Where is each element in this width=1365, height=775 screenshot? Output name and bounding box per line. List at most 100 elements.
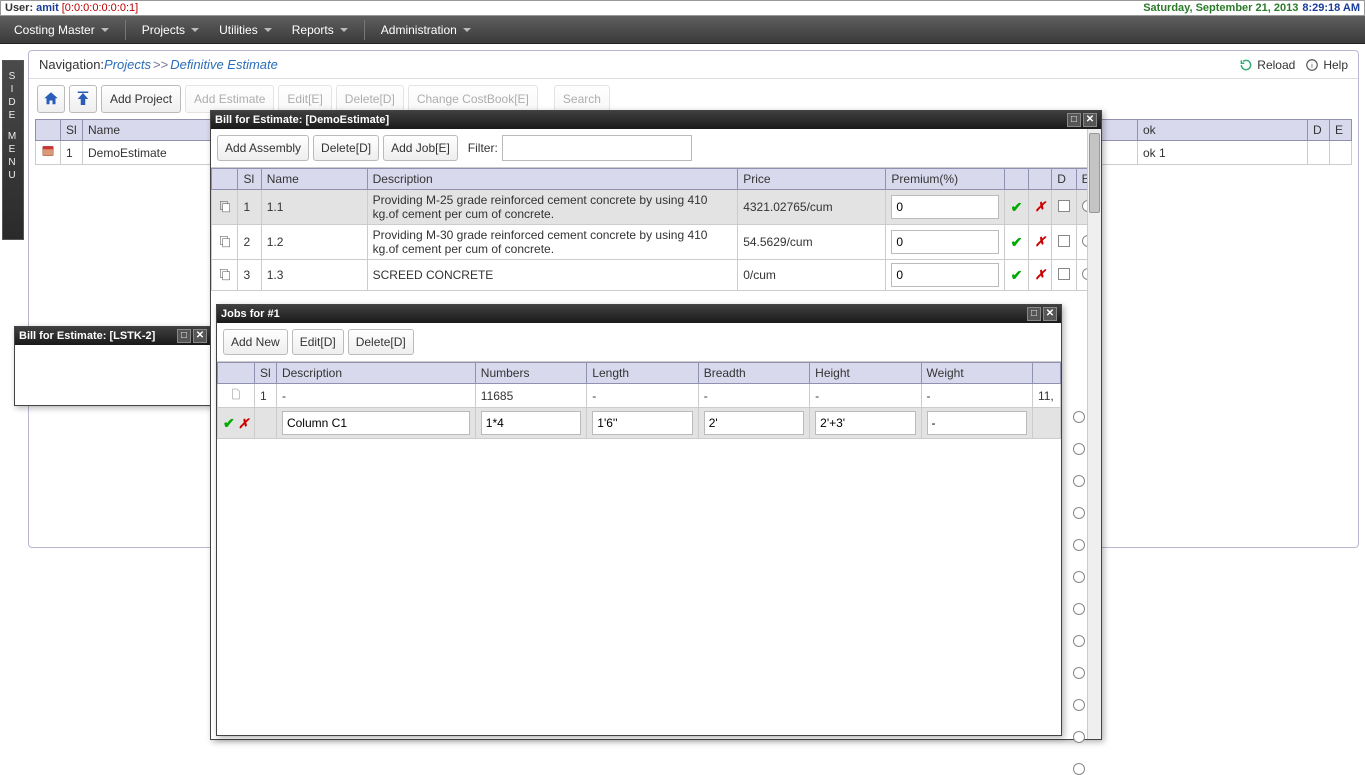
col-premium: Premium(%) bbox=[886, 169, 1005, 190]
help-button[interactable]: i Help bbox=[1305, 58, 1348, 72]
side-menu[interactable]: S I D E M E N U bbox=[2, 60, 24, 240]
col-sl: Sl bbox=[61, 120, 83, 141]
reload-button[interactable]: Reload bbox=[1239, 58, 1295, 72]
premium-input[interactable] bbox=[891, 230, 999, 254]
copy-icon[interactable] bbox=[218, 199, 232, 213]
e-radio[interactable] bbox=[1073, 635, 1085, 647]
col-sl: Sl bbox=[238, 169, 261, 190]
jobs-titlebar[interactable]: Jobs for #1 □ ✕ bbox=[217, 305, 1061, 323]
confirm-icon[interactable]: ✔ bbox=[1011, 199, 1023, 215]
e-radio[interactable] bbox=[1073, 571, 1085, 583]
table-row[interactable]: 1 - 11685 - - - - 11, bbox=[218, 384, 1061, 408]
estimate-titlebar[interactable]: Bill for Estimate: [DemoEstimate] □ ✕ bbox=[211, 111, 1101, 129]
e-radio[interactable] bbox=[1073, 699, 1085, 711]
search-button[interactable]: Search bbox=[554, 85, 610, 113]
add-job-button[interactable]: Add Job[E] bbox=[383, 135, 458, 161]
edit-button[interactable]: Edit[E] bbox=[278, 85, 331, 113]
e-radio[interactable] bbox=[1073, 667, 1085, 679]
e-radio[interactable] bbox=[1073, 539, 1085, 551]
delete-button[interactable]: Delete[D] bbox=[313, 135, 379, 161]
numbers-input[interactable] bbox=[481, 411, 582, 435]
maximize-button[interactable]: □ bbox=[177, 329, 191, 343]
e-radio[interactable] bbox=[1073, 731, 1085, 743]
col-description: Description bbox=[276, 363, 475, 384]
premium-input[interactable] bbox=[891, 263, 999, 287]
estimate-icon bbox=[41, 144, 55, 158]
confirm-icon[interactable]: ✔ bbox=[1011, 267, 1023, 283]
height-input[interactable] bbox=[815, 411, 915, 435]
maximize-button[interactable]: □ bbox=[1027, 307, 1041, 321]
premium-input[interactable] bbox=[891, 195, 999, 219]
e-radio[interactable] bbox=[1073, 507, 1085, 519]
table-row[interactable]: 3 1.3 SCREED CONCRETE 0/cum ✔ ✗ bbox=[212, 260, 1101, 291]
delete-button[interactable]: Delete[D] bbox=[336, 85, 404, 113]
copy-icon[interactable] bbox=[218, 267, 232, 281]
estimate-table: Sl Name Description Price Premium(%) D E… bbox=[211, 168, 1101, 291]
jobs-table: Sl Description Numbers Length Breadth He… bbox=[217, 362, 1061, 439]
add-estimate-button[interactable]: Add Estimate bbox=[185, 85, 274, 113]
lstk-title: Bill for Estimate: [LSTK-2] bbox=[19, 330, 155, 342]
add-project-button[interactable]: Add Project bbox=[101, 85, 181, 113]
col-name: Name bbox=[261, 169, 367, 190]
d-checkbox[interactable] bbox=[1058, 200, 1070, 212]
overflow-radios bbox=[1073, 411, 1085, 775]
table-row-edit[interactable]: ✔ ✗ bbox=[218, 408, 1061, 439]
table-row[interactable]: 2 1.2 Providing M-30 grade reinforced ce… bbox=[212, 225, 1101, 260]
copy-icon[interactable] bbox=[218, 234, 232, 248]
home-button[interactable] bbox=[37, 85, 65, 113]
e-radio[interactable] bbox=[1073, 443, 1085, 455]
close-button[interactable]: ✕ bbox=[1043, 307, 1057, 321]
breadcrumb-definitive-estimate[interactable]: Definitive Estimate bbox=[170, 57, 278, 72]
row-e[interactable] bbox=[1330, 141, 1352, 165]
cancel-icon[interactable]: ✗ bbox=[238, 416, 249, 431]
breadcrumb-projects[interactable]: Projects bbox=[104, 57, 151, 72]
breadth-input[interactable] bbox=[704, 411, 804, 435]
row-d[interactable] bbox=[1308, 141, 1330, 165]
cancel-icon[interactable]: ✗ bbox=[1035, 234, 1046, 249]
user-label: User: bbox=[5, 2, 33, 14]
lstk-modal: Bill for Estimate: [LSTK-2] □ ✕ bbox=[14, 326, 212, 406]
close-button[interactable]: ✕ bbox=[1083, 113, 1097, 127]
add-new-button[interactable]: Add New bbox=[223, 329, 288, 355]
breadcrumb: Navigation: Projects >> Definitive Estim… bbox=[29, 51, 1358, 79]
row-icon bbox=[36, 141, 61, 165]
confirm-icon[interactable]: ✔ bbox=[1011, 234, 1023, 250]
filter-input[interactable] bbox=[502, 135, 692, 161]
user-name: amit bbox=[36, 2, 59, 14]
document-icon bbox=[230, 387, 242, 401]
menu-administration[interactable]: Administration bbox=[373, 19, 479, 41]
e-radio[interactable] bbox=[1073, 603, 1085, 615]
breadcrumb-separator: >> bbox=[153, 57, 168, 72]
close-button[interactable]: ✕ bbox=[193, 329, 207, 343]
e-radio[interactable] bbox=[1073, 475, 1085, 487]
menu-separator bbox=[364, 20, 365, 40]
menu-projects[interactable]: Projects bbox=[134, 19, 207, 41]
cancel-icon[interactable]: ✗ bbox=[1035, 199, 1046, 214]
vertical-scrollbar[interactable] bbox=[1087, 129, 1101, 739]
col-ok: ok bbox=[1138, 120, 1308, 141]
col-price: Price bbox=[738, 169, 886, 190]
menu-costing-master[interactable]: Costing Master bbox=[6, 19, 117, 41]
description-input[interactable] bbox=[282, 411, 470, 435]
confirm-icon[interactable]: ✔ bbox=[223, 415, 235, 431]
length-input[interactable] bbox=[592, 411, 692, 435]
add-assembly-button[interactable]: Add Assembly bbox=[217, 135, 309, 161]
delete-button[interactable]: Delete[D] bbox=[348, 329, 414, 355]
d-checkbox[interactable] bbox=[1058, 235, 1070, 247]
cancel-icon[interactable]: ✗ bbox=[1035, 267, 1046, 282]
table-row[interactable]: 1 1.1 Providing M-25 grade reinforced ce… bbox=[212, 190, 1101, 225]
menu-reports[interactable]: Reports bbox=[284, 19, 356, 41]
edit-button[interactable]: Edit[D] bbox=[292, 329, 344, 355]
col-d: D bbox=[1052, 169, 1076, 190]
change-costbook-button[interactable]: Change CostBook[E] bbox=[408, 85, 538, 113]
e-radio[interactable] bbox=[1073, 411, 1085, 423]
menu-utilities[interactable]: Utilities bbox=[211, 19, 280, 41]
e-radio[interactable] bbox=[1073, 763, 1085, 775]
lstk-titlebar[interactable]: Bill for Estimate: [LSTK-2] □ ✕ bbox=[15, 327, 211, 345]
d-checkbox[interactable] bbox=[1058, 268, 1070, 280]
maximize-button[interactable]: □ bbox=[1067, 113, 1081, 127]
up-button[interactable] bbox=[69, 85, 97, 113]
scrollbar-thumb[interactable] bbox=[1089, 133, 1100, 213]
home-icon bbox=[42, 90, 60, 108]
weight-input[interactable] bbox=[927, 411, 1027, 435]
